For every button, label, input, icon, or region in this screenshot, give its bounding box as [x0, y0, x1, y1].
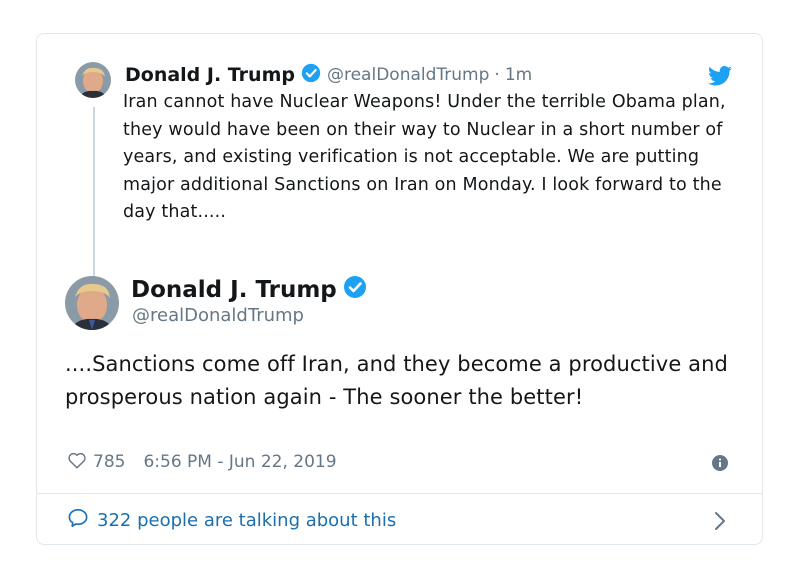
heart-icon[interactable]: [67, 451, 87, 474]
conversation-count-text[interactable]: 322 people are talking about this: [97, 510, 396, 531]
twitter-bird-icon[interactable]: [708, 65, 732, 90]
quoted-author-handle[interactable]: @realDonaldTrump: [327, 65, 489, 85]
tweet-text: ....Sanctions come off Iran, and they be…: [65, 352, 728, 409]
verified-badge-icon: [343, 275, 367, 305]
info-icon[interactable]: [712, 455, 728, 475]
divider: [37, 493, 762, 494]
conversation-link[interactable]: 322 people are talking about this: [67, 507, 396, 533]
author-name-row: Donald J. Trump: [131, 275, 367, 305]
like-count[interactable]: 785: [93, 452, 125, 472]
quoted-header: Donald J. Trump @realDonaldTrump · 1m: [125, 62, 532, 88]
author-handle[interactable]: @realDonaldTrump: [132, 305, 304, 326]
quoted-author-name[interactable]: Donald J. Trump: [125, 64, 295, 86]
quoted-tweet-text: Iran cannot have Nuclear Weapons! Under …: [123, 92, 726, 223]
verified-badge-icon: [301, 63, 321, 87]
author-name[interactable]: Donald J. Trump: [131, 277, 337, 303]
speech-bubble-icon: [67, 508, 89, 533]
tweet-meta: 785 6:56 PM - Jun 22, 2019: [67, 449, 337, 475]
tweet-timestamp[interactable]: 6:56 PM - Jun 22, 2019: [143, 452, 336, 472]
header-separator: ·: [494, 65, 500, 85]
quoted-timestamp[interactable]: 1m: [505, 65, 532, 85]
chevron-right-icon[interactable]: [714, 511, 726, 535]
tweet-card: Donald J. Trump @realDonaldTrump · 1m Ir…: [36, 33, 763, 545]
quoted-avatar[interactable]: [75, 62, 111, 98]
author-avatar[interactable]: [65, 276, 119, 330]
